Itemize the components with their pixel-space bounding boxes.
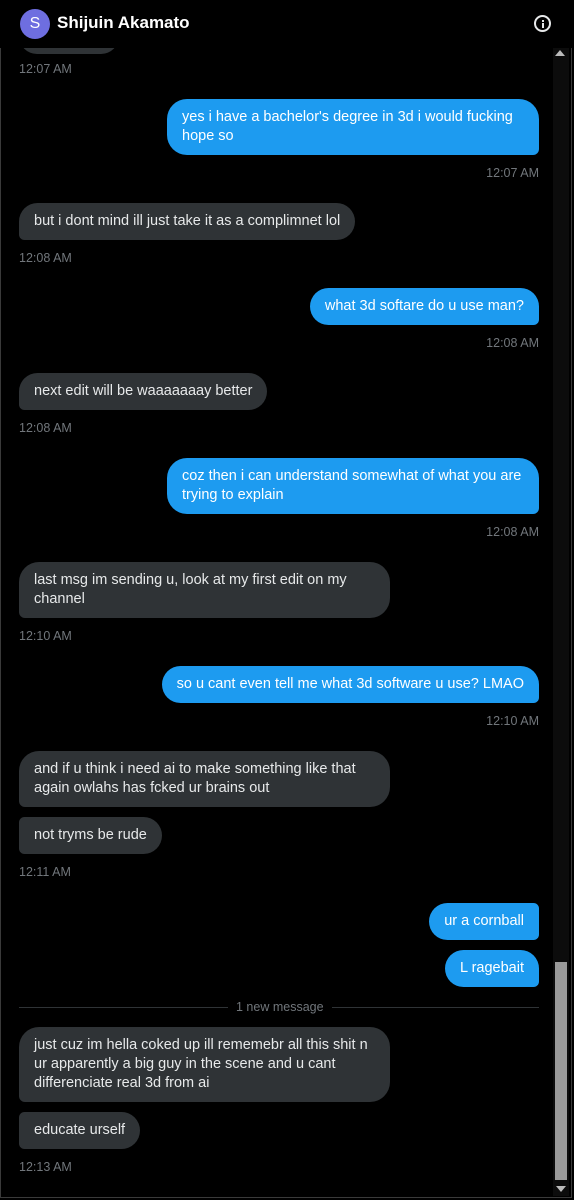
outgoing-message[interactable]: coz then i can understand somewhat of wh… <box>167 458 539 514</box>
incoming-message[interactable]: but i dont mind ill just take it as a co… <box>19 203 356 240</box>
incoming-message[interactable]: just cuz im hella coked up ill rememebr … <box>19 1027 390 1102</box>
incoming-message[interactable]: educate urself <box>19 1112 141 1149</box>
message-time: 12:08 AM <box>486 525 539 539</box>
outgoing-message[interactable]: so u cant even tell me what 3d software … <box>161 666 539 703</box>
scrollbar-thumb[interactable] <box>555 962 567 1180</box>
message-time: 12:08 AM <box>486 336 539 350</box>
incoming-message[interactable]: last msg im sending u, look at my first … <box>19 562 390 618</box>
message-time: 12:08 AM <box>19 421 72 435</box>
scroll-up-arrow-icon[interactable] <box>555 50 565 56</box>
conversation-header: S Shijuin Akamato <box>0 0 574 48</box>
message-time: 12:07 AM <box>486 166 539 180</box>
incoming-message[interactable]: and if u think i need ai to make somethi… <box>19 751 390 807</box>
message-time: 12:13 AM <box>19 1160 72 1174</box>
info-circle-icon[interactable] <box>534 15 551 32</box>
contact-name[interactable]: Shijuin Akamato <box>57 13 190 33</box>
scroll-down-arrow-icon[interactable] <box>556 1186 566 1192</box>
incoming-message[interactable]: next edit will be waaaaaaay better <box>19 373 268 410</box>
new-message-label: 1 new message <box>228 1000 332 1014</box>
outgoing-message[interactable]: L ragebait <box>445 950 539 987</box>
message-time: 12:10 AM <box>19 629 72 643</box>
outgoing-message[interactable]: ur a cornball <box>429 903 539 940</box>
message-time: 12:08 AM <box>19 251 72 265</box>
message-time: 12:10 AM <box>486 714 539 728</box>
avatar[interactable]: S <box>20 9 50 39</box>
message-time: 12:11 AM <box>19 865 71 879</box>
incoming-message[interactable]: not tryms be rude <box>19 817 162 854</box>
message-time: 12:07 AM <box>19 62 72 76</box>
outgoing-message[interactable]: what 3d softare do u use man? <box>309 288 539 325</box>
outgoing-message[interactable]: yes i have a bachelor's degree in 3d i w… <box>167 99 539 155</box>
